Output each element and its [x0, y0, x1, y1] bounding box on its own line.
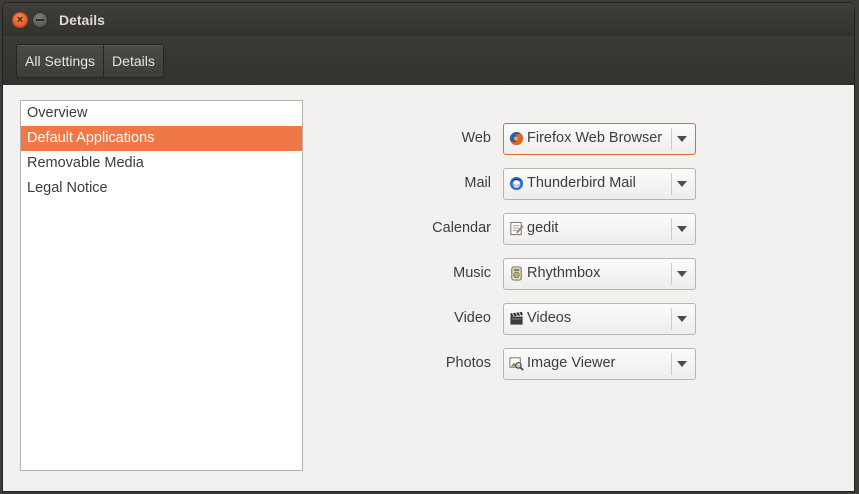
- thunderbird-icon: [509, 176, 524, 191]
- videos-icon: [510, 311, 523, 325]
- close-button[interactable]: ×: [12, 12, 28, 28]
- calendar-label: Calendar: [432, 220, 491, 236]
- details-button[interactable]: Details: [104, 45, 163, 77]
- mail-label: Mail: [464, 175, 491, 191]
- content-area: Overview Default Applications Removable …: [3, 85, 854, 491]
- all-settings-button[interactable]: All Settings: [17, 45, 105, 77]
- dropdown-arrow-icon: [677, 361, 687, 367]
- calendar-combo[interactable]: gedit: [503, 213, 696, 245]
- combo-separator: [671, 218, 672, 240]
- web-label: Web: [461, 130, 491, 146]
- calendar-combo-value: gedit: [527, 220, 559, 236]
- music-combo-value: Rhythmbox: [527, 265, 601, 281]
- dropdown-arrow-icon: [677, 226, 687, 232]
- web-combo-value: Firefox Web Browser: [527, 130, 663, 146]
- combo-separator: [671, 308, 672, 330]
- dropdown-arrow-icon: [677, 316, 687, 322]
- mail-combo-value: Thunderbird Mail: [527, 175, 636, 191]
- combo-separator: [671, 263, 672, 285]
- combo-separator: [671, 128, 672, 150]
- dropdown-arrow-icon: [677, 136, 687, 142]
- music-combo[interactable]: Rhythmbox: [503, 258, 696, 290]
- dropdown-arrow-icon: [677, 181, 687, 187]
- default-app-row-calendar: Calendar gedit: [3, 213, 854, 245]
- photos-combo[interactable]: Image Viewer: [503, 348, 696, 380]
- image-viewer-icon: [509, 357, 524, 371]
- dropdown-arrow-icon: [677, 271, 687, 277]
- default-app-row-web: Web Firefox Web Browser: [3, 123, 854, 155]
- photos-label: Photos: [445, 355, 491, 371]
- details-window: × Details All Settings Details Overview …: [3, 3, 854, 491]
- default-app-row-mail: Mail Thunderbird Mail: [3, 168, 854, 200]
- music-label: Music: [453, 265, 491, 281]
- minimize-icon: [36, 19, 44, 21]
- window-title: Details: [59, 12, 105, 28]
- gedit-icon: [510, 221, 524, 236]
- combo-separator: [671, 353, 672, 375]
- video-combo[interactable]: Videos: [503, 303, 696, 335]
- toolbar: All Settings Details: [3, 36, 854, 85]
- combo-separator: [671, 173, 672, 195]
- default-app-row-video: Video Videos: [3, 303, 854, 335]
- web-combo[interactable]: Firefox Web Browser: [503, 123, 696, 155]
- minimize-button[interactable]: [32, 12, 48, 28]
- default-app-row-photos: Photos Image Viewer: [3, 348, 854, 380]
- title-bar[interactable]: × Details: [3, 3, 854, 36]
- mail-combo[interactable]: Thunderbird Mail: [503, 168, 696, 200]
- rhythmbox-icon: [511, 266, 522, 281]
- default-app-row-music: Music Rhythmbox: [3, 258, 854, 290]
- video-label: Video: [454, 310, 491, 326]
- photos-combo-value: Image Viewer: [527, 355, 616, 371]
- firefox-icon: [509, 131, 524, 146]
- breadcrumb: All Settings Details: [16, 44, 164, 78]
- video-combo-value: Videos: [527, 310, 572, 326]
- close-icon: ×: [16, 13, 24, 26]
